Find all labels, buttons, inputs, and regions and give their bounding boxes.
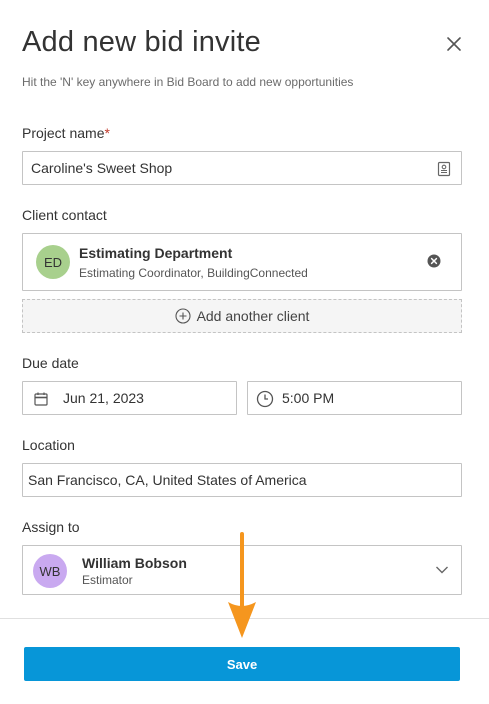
- plus-circle-icon: [175, 308, 191, 324]
- location-value: San Francisco, CA, United States of Amer…: [28, 472, 307, 488]
- calendar-icon: [34, 392, 48, 406]
- project-name-value: Caroline's Sweet Shop: [31, 160, 173, 176]
- client-name: Estimating Department: [79, 245, 233, 261]
- location-input[interactable]: San Francisco, CA, United States of Amer…: [22, 463, 462, 497]
- location-label: Location: [22, 437, 75, 453]
- project-name-label: Project name*: [22, 125, 110, 141]
- close-button[interactable]: [444, 34, 464, 54]
- close-icon: [447, 37, 461, 51]
- contact-card-icon: [437, 161, 451, 177]
- client-contact-label: Client contact: [22, 207, 107, 223]
- chevron-down-icon: [436, 566, 448, 574]
- client-avatar: ED: [36, 245, 70, 279]
- assignee-avatar: WB: [33, 554, 67, 588]
- due-date-input[interactable]: Jun 21, 2023: [22, 381, 237, 415]
- assignee-name: William Bobson: [82, 555, 187, 571]
- assign-to-label: Assign to: [22, 519, 80, 535]
- client-role: Estimating Coordinator, BuildingConnecte…: [79, 266, 308, 280]
- dialog-subtitle: Hit the 'N' key anywhere in Bid Board to…: [22, 75, 354, 89]
- client-contact-card[interactable]: ED Estimating Department Estimating Coor…: [22, 233, 462, 291]
- dialog-title: Add new bid invite: [22, 26, 261, 58]
- add-another-client-label: Add another client: [196, 308, 310, 324]
- add-another-client-button[interactable]: Add another client: [22, 299, 462, 333]
- due-time-value: 5:00 PM: [282, 390, 335, 406]
- due-date-label: Due date: [22, 355, 79, 371]
- remove-client-icon[interactable]: [427, 254, 441, 268]
- assignee-role: Estimator: [82, 573, 133, 587]
- annotation-arrow-icon: [228, 532, 256, 638]
- due-time-input[interactable]: 5:00 PM: [247, 381, 462, 415]
- clock-icon: [256, 390, 274, 408]
- save-button[interactable]: Save: [24, 647, 460, 681]
- due-date-value: Jun 21, 2023: [63, 390, 144, 406]
- project-name-input[interactable]: Caroline's Sweet Shop: [22, 151, 462, 185]
- required-mark: *: [104, 125, 110, 141]
